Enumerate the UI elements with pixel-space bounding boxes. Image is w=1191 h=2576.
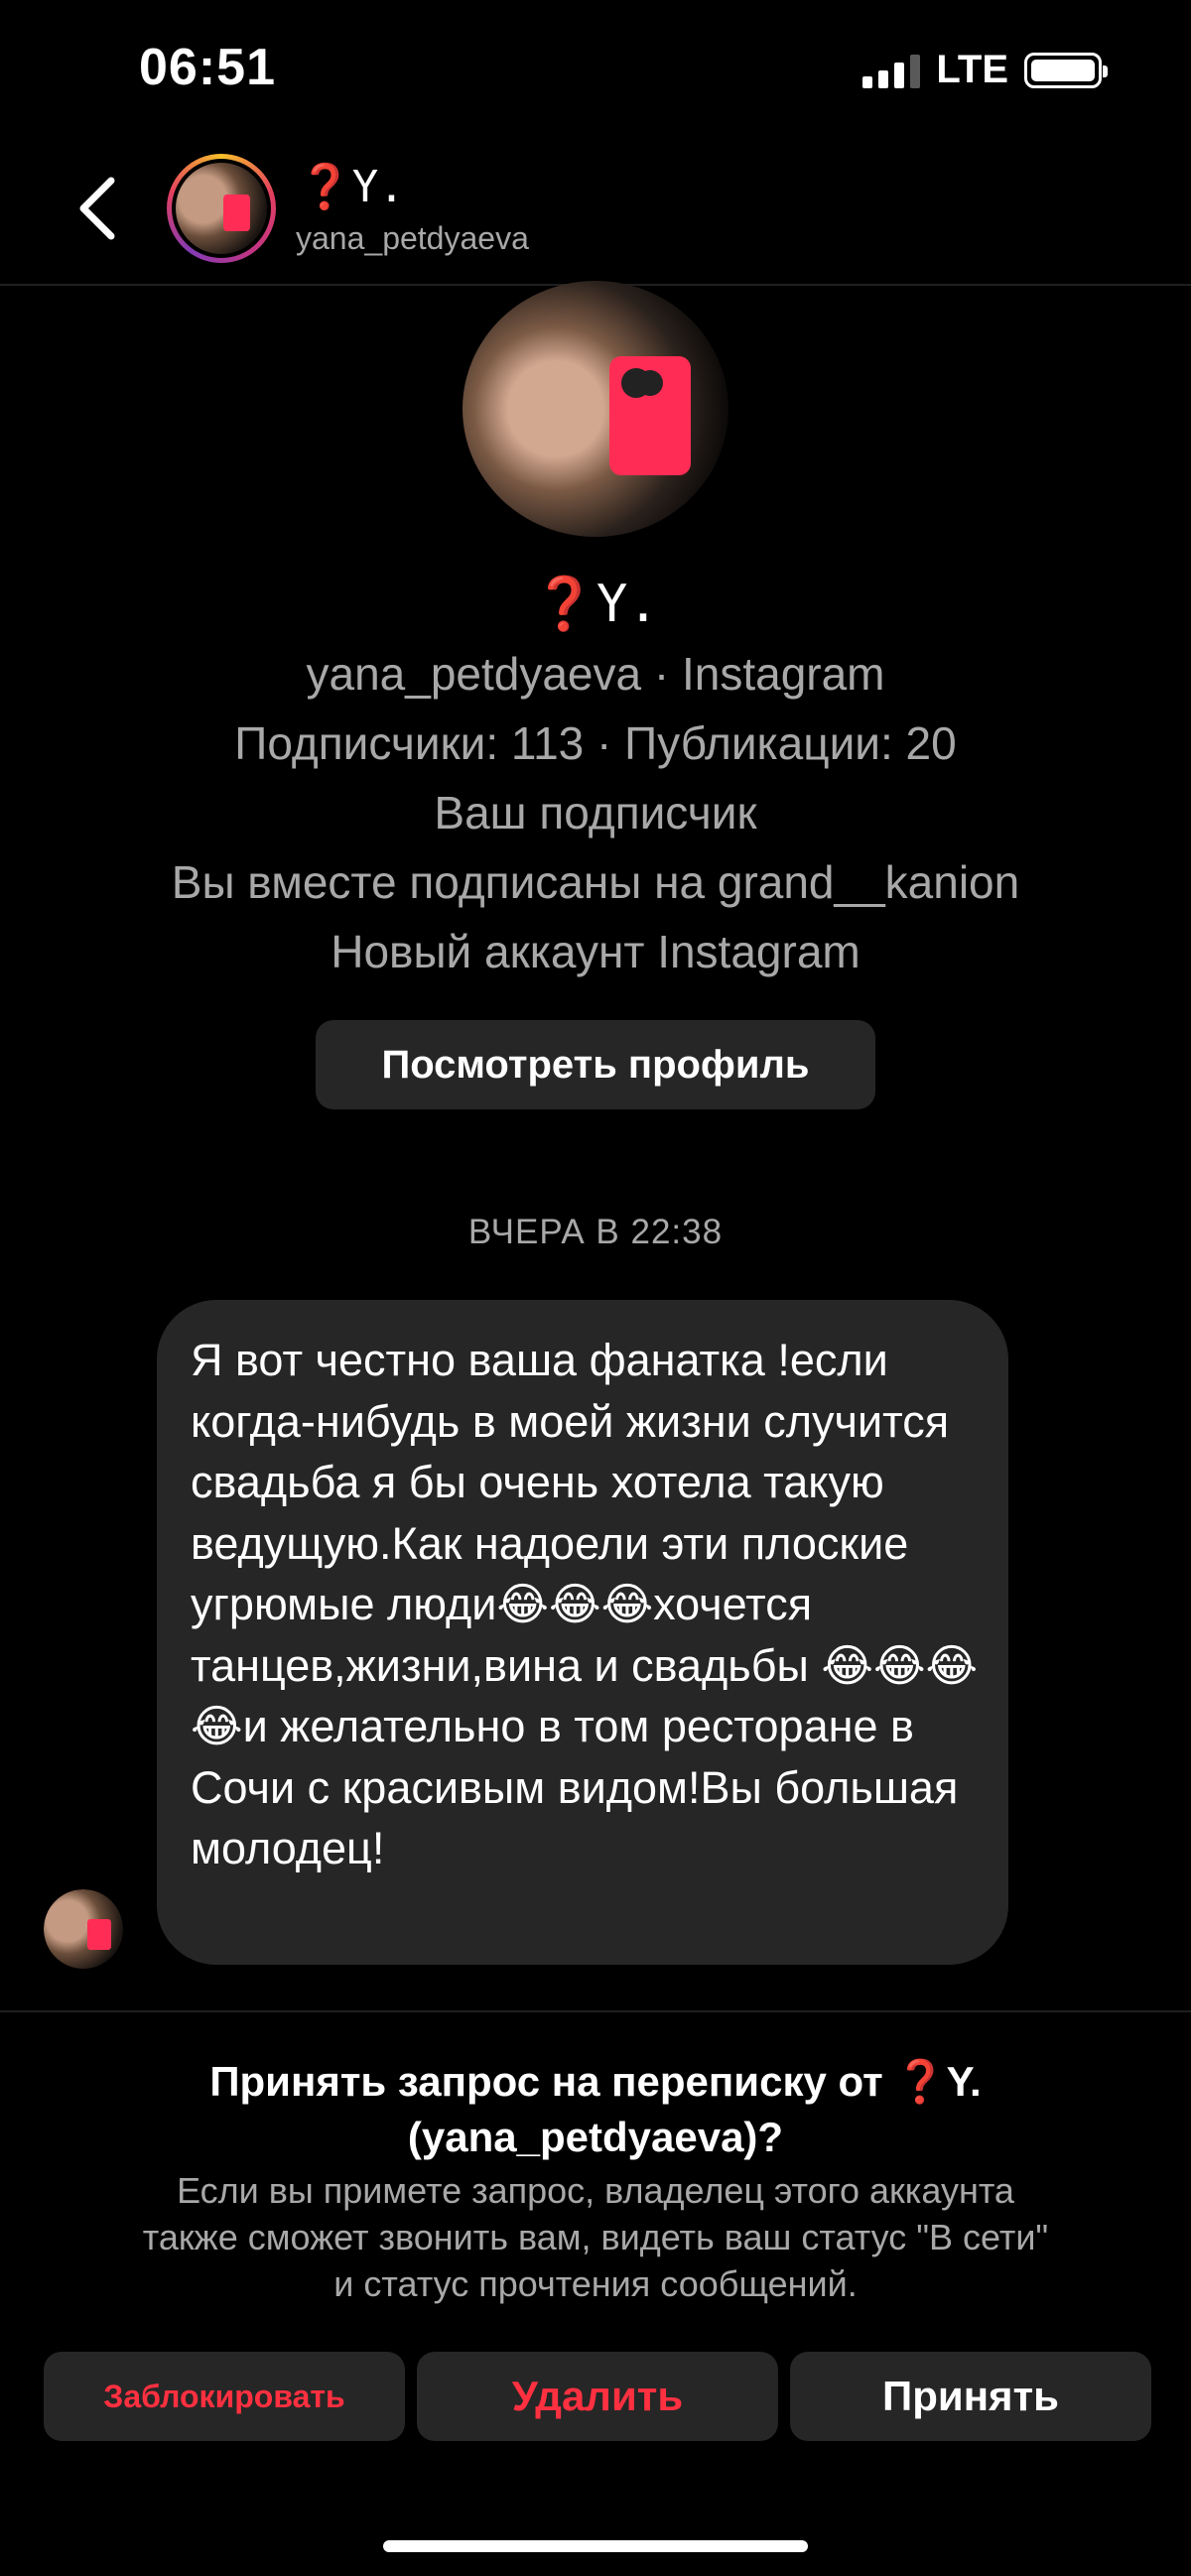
battery-icon xyxy=(1024,52,1108,88)
profile-avatar[interactable] xyxy=(463,281,728,537)
network-label: LTE xyxy=(936,48,1008,91)
request-title: Принять запрос на переписку от ❓Y. (yana… xyxy=(0,2054,1191,2165)
request-description: Если вы примете запрос, владелец этого а… xyxy=(0,2167,1191,2307)
header-username[interactable]: yana_petdyaeva xyxy=(296,220,529,257)
request-divider xyxy=(0,2010,1191,2012)
request-desc-line1: Если вы примете запрос, владелец этого а… xyxy=(177,2170,1014,2211)
status-time: 06:51 xyxy=(139,39,276,96)
delete-button[interactable]: Удалить xyxy=(417,2352,778,2441)
request-title-line2: (yana_petdyaeva)? xyxy=(407,2114,784,2160)
view-profile-button[interactable]: Посмотреть профиль xyxy=(316,1020,875,1109)
chevron-left-icon xyxy=(79,177,115,240)
request-title-line1: Принять запрос на переписку от ❓Y. xyxy=(209,2058,982,2105)
request-desc-line2: также сможет звонить вам, видеть ваш ста… xyxy=(142,2217,1049,2257)
request-desc-line3: и статус прочтения сообщений. xyxy=(333,2263,858,2304)
profile-mutual: Вы вместе подписаны на grand__kanion xyxy=(171,856,1020,908)
message-timestamp: ВЧЕРА В 22:38 xyxy=(467,1213,724,1251)
profile-source: yana_petdyaeva · Instagram xyxy=(306,648,885,700)
signal-icon xyxy=(862,53,921,88)
block-button[interactable]: Заблокировать xyxy=(44,2352,405,2441)
header-name[interactable]: ❓Y. xyxy=(298,161,405,212)
accept-button[interactable]: Принять xyxy=(790,2352,1151,2441)
status-indicators: LTE xyxy=(862,48,1108,92)
home-indicator[interactable] xyxy=(383,2540,808,2552)
profile-follow-status: Ваш подписчик xyxy=(434,787,757,838)
header-avatar[interactable] xyxy=(167,154,276,263)
profile-account-note: Новый аккаунт Instagram xyxy=(331,926,860,977)
profile-name: ❓Y. xyxy=(532,575,659,634)
sender-avatar[interactable] xyxy=(44,1889,123,1969)
back-button[interactable] xyxy=(69,169,129,248)
profile-stats: Подписчики: 113 · Публикации: 20 xyxy=(234,717,957,769)
message-text: Я вот честно ваша фанатка !если когда-ни… xyxy=(191,1335,979,1873)
message-bubble[interactable]: Я вот честно ваша фанатка !если когда-ни… xyxy=(157,1300,1008,1965)
